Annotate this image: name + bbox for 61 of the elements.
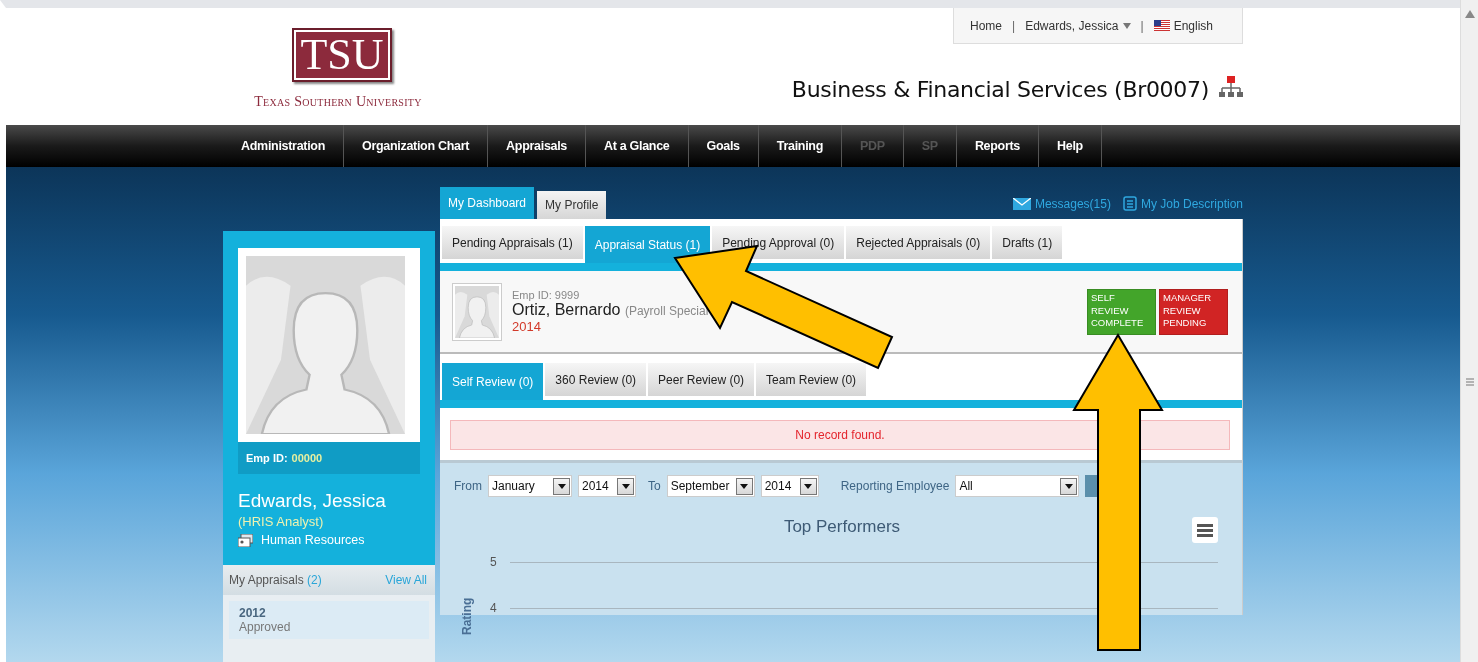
no-record-alert: No record found. bbox=[450, 420, 1230, 450]
profile-job-title: (HRIS Analyst) bbox=[238, 514, 325, 529]
status-badge: SELF REVIEW COMPLETE bbox=[1087, 289, 1156, 335]
appraisal-tab[interactable]: Pending Appraisals (1) bbox=[442, 226, 583, 259]
employee-name: Ortiz, Bernardo bbox=[512, 301, 621, 318]
user-menu[interactable]: Edwards, Jessica bbox=[1025, 18, 1131, 33]
appraisal-tab[interactable]: Drafts (1) bbox=[992, 226, 1063, 259]
year-select[interactable]: 2014 bbox=[578, 475, 636, 497]
id-card-icon bbox=[238, 533, 253, 547]
envelope-icon bbox=[1012, 197, 1031, 210]
to-label: To bbox=[648, 479, 661, 493]
separator: | bbox=[1140, 18, 1144, 33]
from-label: From bbox=[454, 479, 482, 493]
appraisals-heading: My Appraisals (2) bbox=[229, 573, 322, 587]
caret-icon bbox=[740, 483, 749, 489]
appraisal-tab[interactable]: Rejected Appraisals (0) bbox=[846, 226, 991, 259]
caret-icon bbox=[1122, 22, 1131, 29]
separator: | bbox=[1012, 18, 1016, 33]
menu-button[interactable] bbox=[1192, 517, 1218, 543]
home-link[interactable]: Home bbox=[970, 18, 1002, 33]
caret-icon bbox=[621, 483, 630, 489]
logo-mark: TSU bbox=[292, 28, 392, 82]
review-tab[interactable]: Team Review (0) bbox=[756, 363, 867, 396]
year-select[interactable]: 2014 bbox=[760, 475, 819, 497]
chart-title: Top Performers bbox=[783, 517, 901, 537]
status-badge: MANAGER REVIEW PENDING bbox=[1159, 289, 1228, 335]
header-link[interactable]: Messages(15) bbox=[1012, 196, 1111, 211]
reporting-employee-label: Reporting Employee bbox=[840, 479, 950, 493]
grip-icon bbox=[1465, 378, 1474, 386]
appraisal-year: 2014 bbox=[512, 319, 542, 334]
department-name: Human Resources bbox=[261, 533, 365, 547]
appraisal-item[interactable]: 2012 Approved bbox=[229, 601, 429, 639]
employee-role: (Payroll Special bbox=[624, 304, 709, 318]
caret-icon bbox=[1064, 483, 1073, 489]
header-link[interactable]: My Job Description bbox=[1122, 196, 1243, 211]
appraisal-year: 2012 bbox=[239, 606, 267, 620]
avatar-icon bbox=[246, 256, 405, 434]
employee-id: Emp ID: 9999 bbox=[512, 289, 581, 301]
emp-id-value: 00000 bbox=[291, 452, 323, 464]
caret-icon bbox=[557, 483, 566, 489]
flag-icon bbox=[1153, 20, 1170, 31]
review-tab[interactable]: Peer Review (0) bbox=[648, 363, 755, 396]
axis-tick: 4 bbox=[490, 601, 498, 615]
appraisal-status: Approved bbox=[239, 620, 292, 634]
employee-select[interactable]: All bbox=[955, 475, 1080, 497]
month-select[interactable]: January bbox=[488, 475, 572, 497]
language-link[interactable]: English bbox=[1153, 18, 1213, 33]
month-select[interactable]: September bbox=[666, 475, 755, 497]
menu-icon bbox=[1197, 523, 1213, 537]
emp-id-label: Emp ID: bbox=[246, 452, 288, 464]
caret-icon bbox=[804, 483, 813, 489]
scrollbar[interactable] bbox=[1460, 0, 1478, 662]
scroll-up-icon[interactable] bbox=[1464, 10, 1475, 18]
axis-tick: 5 bbox=[490, 555, 498, 569]
profile-name: Edwards, Jessica bbox=[238, 490, 387, 512]
axis-label: Rating bbox=[460, 597, 474, 635]
main-tab[interactable]: My Profile bbox=[537, 191, 607, 219]
department-title: Business & Financial Services (Br0007) bbox=[791, 76, 1209, 102]
university-name: Texas Southern University bbox=[254, 94, 422, 110]
document-icon bbox=[1122, 196, 1137, 211]
review-tab[interactable]: 360 Review (0) bbox=[545, 363, 647, 396]
